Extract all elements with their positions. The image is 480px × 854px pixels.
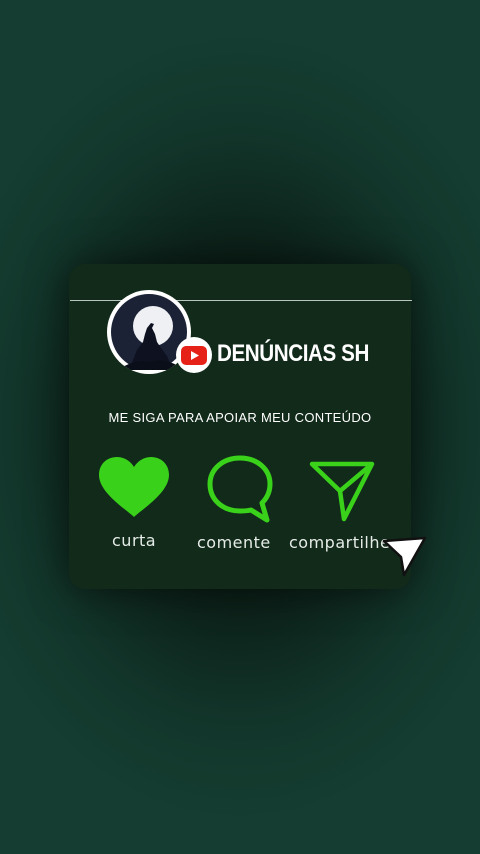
share-label[interactable]: compartilhe: [289, 533, 390, 552]
like-label[interactable]: curta: [112, 531, 156, 550]
channel-name[interactable]: DENÚNCIAS SH: [217, 337, 369, 371]
follow-prompt-text: ME SIGA PARA APOIAR MEU CONTEÚDO: [108, 410, 372, 425]
send-icon[interactable]: [308, 459, 378, 523]
speech-bubble-icon[interactable]: [205, 454, 275, 524]
cursor-arrow-icon: [382, 536, 427, 577]
comment-label[interactable]: comente: [197, 533, 271, 552]
youtube-badge: [176, 337, 212, 373]
youtube-icon: [181, 345, 207, 365]
heart-icon[interactable]: [97, 455, 171, 519]
